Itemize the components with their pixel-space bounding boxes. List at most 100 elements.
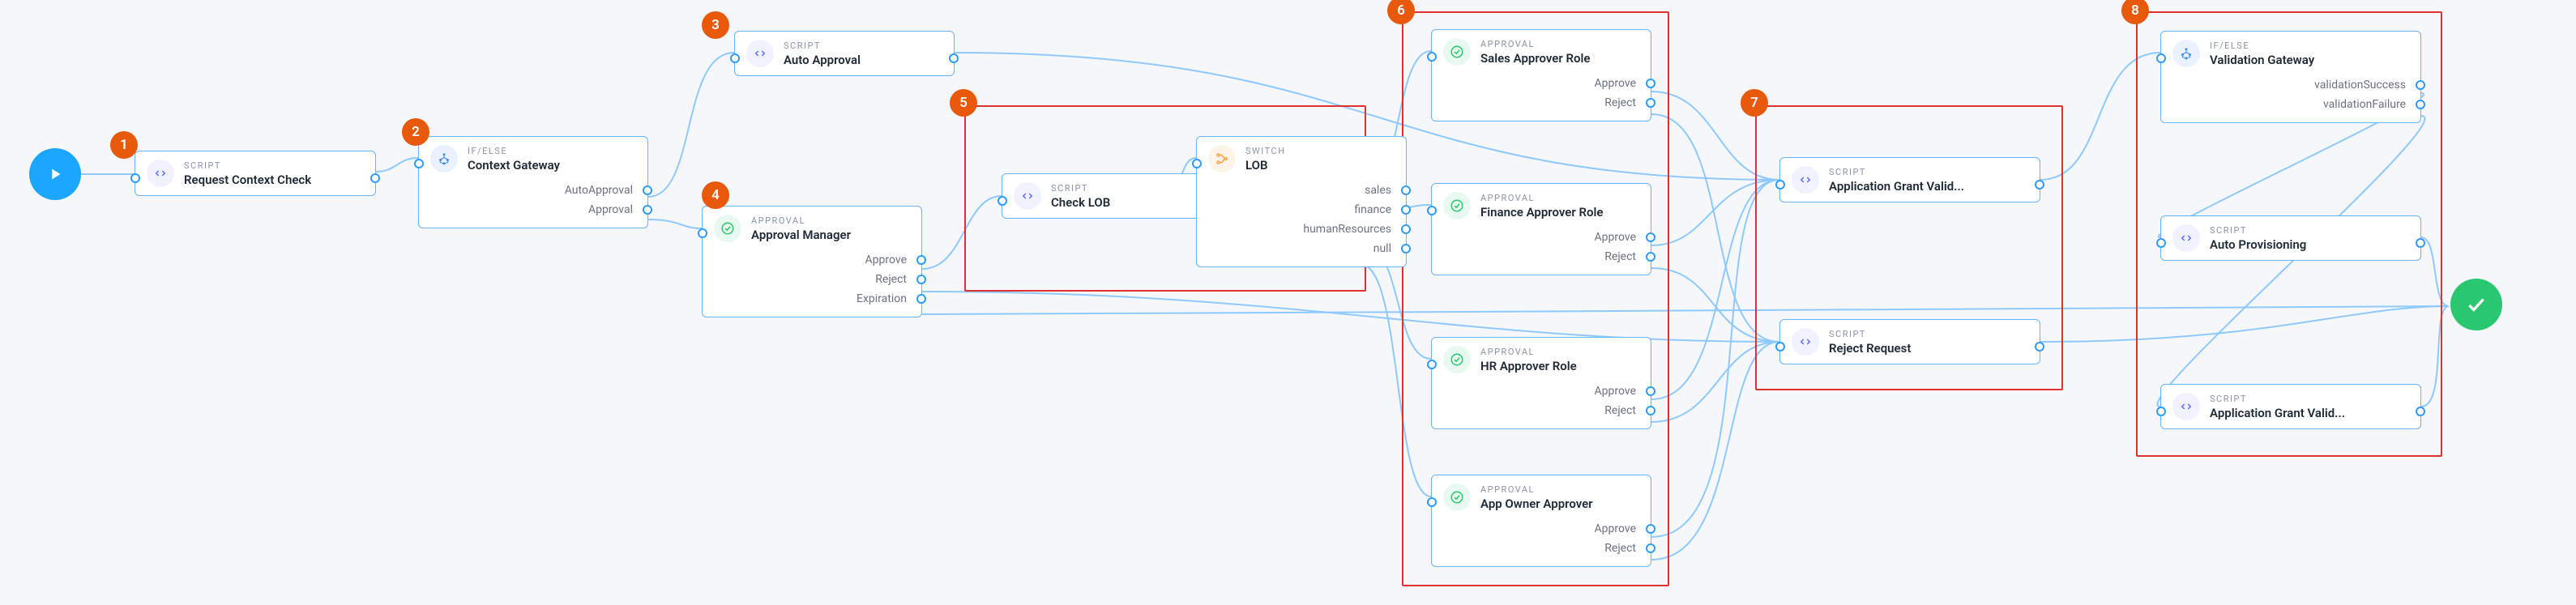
node-title: Finance Approver Role (1480, 205, 1603, 219)
port-in[interactable] (730, 53, 740, 63)
node-app-grant-valid-1[interactable]: SCRIPT Application Grant Valid... (1779, 157, 2040, 202)
node-title: LOB (1245, 158, 1286, 173)
node-app-owner-approver[interactable]: APPROVAL App Owner Approver Approve Reje… (1431, 475, 1651, 567)
node-type-label: APPROVAL (1480, 484, 1593, 495)
node-title: HR Approver Role (1480, 359, 1577, 373)
node-title: Sales Approver Role (1480, 51, 1591, 66)
output-validation-failure: validationFailure (2312, 95, 2420, 114)
script-icon (1792, 328, 1819, 356)
output-humanresources: humanResources (1292, 219, 1406, 239)
port-in[interactable] (2156, 238, 2166, 248)
approval-icon (714, 215, 741, 242)
node-auto-approval[interactable]: SCRIPT Auto Approval (734, 31, 955, 76)
node-type-label: SCRIPT (2210, 394, 2345, 404)
node-type-label: SCRIPT (1051, 183, 1110, 194)
badge-1: 1 (110, 131, 138, 159)
port-out[interactable] (643, 185, 652, 195)
port-in[interactable] (1775, 342, 1785, 351)
node-context-gateway[interactable]: IF/ELSE Context Gateway AutoApproval App… (418, 136, 648, 228)
node-type-label: SCRIPT (184, 160, 311, 171)
ifelse-icon (2172, 40, 2200, 67)
port-out[interactable] (2416, 238, 2425, 248)
port-in[interactable] (1427, 360, 1437, 369)
port-out[interactable] (1401, 205, 1411, 215)
end-node[interactable] (2450, 279, 2502, 330)
port-out[interactable] (949, 53, 959, 63)
output-approval: Approval (577, 200, 647, 219)
node-type-label: APPROVAL (1480, 193, 1603, 203)
output-expiration: Expiration (845, 289, 921, 309)
script-icon (147, 160, 174, 187)
approval-icon (1443, 346, 1471, 373)
port-in[interactable] (2156, 53, 2166, 63)
port-out[interactable] (2035, 180, 2044, 190)
script-icon (2172, 224, 2200, 252)
port-out[interactable] (370, 173, 380, 183)
badge-6: 6 (1387, 0, 1415, 24)
node-type-label: SCRIPT (1829, 167, 1964, 177)
node-title: Approval Manager (751, 228, 851, 242)
port-in[interactable] (414, 159, 424, 168)
output-finance: finance (1343, 200, 1406, 219)
port-out[interactable] (1401, 244, 1411, 254)
node-auto-provisioning[interactable]: SCRIPT Auto Provisioning (2160, 215, 2421, 261)
port-in[interactable] (1192, 159, 1202, 168)
output-reject: Reject (1593, 247, 1651, 266)
port-in[interactable] (1775, 180, 1785, 190)
port-out[interactable] (1401, 224, 1411, 234)
switch-icon (1208, 145, 1236, 173)
port-out[interactable] (916, 294, 926, 304)
port-out[interactable] (1646, 406, 1655, 415)
port-out[interactable] (2416, 407, 2425, 416)
node-title: Auto Approval (784, 53, 861, 67)
approval-icon (1443, 484, 1471, 511)
port-in[interactable] (698, 228, 707, 238)
node-type-label: SCRIPT (2210, 225, 2306, 236)
port-out[interactable] (1646, 252, 1655, 262)
port-in[interactable] (1427, 497, 1437, 507)
node-finance-approver[interactable]: APPROVAL Finance Approver Role Approve R… (1431, 183, 1651, 275)
port-in[interactable] (2156, 407, 2166, 416)
node-check-lob[interactable]: SCRIPT Check LOB (1002, 173, 1212, 219)
port-out[interactable] (1401, 185, 1411, 195)
output-approve: Approve (1583, 519, 1651, 539)
node-lob-switch[interactable]: SWITCH LOB sales finance humanResources … (1196, 136, 1407, 267)
port-in[interactable] (1427, 206, 1437, 215)
port-out[interactable] (916, 255, 926, 265)
script-icon (2172, 393, 2200, 420)
node-reject-request[interactable]: SCRIPT Reject Request (1779, 319, 2040, 364)
port-out[interactable] (916, 275, 926, 284)
badge-8: 8 (2121, 0, 2149, 24)
port-out[interactable] (2416, 100, 2425, 109)
port-out[interactable] (2035, 342, 2044, 351)
output-approve: Approve (1583, 74, 1651, 93)
port-out[interactable] (643, 205, 652, 215)
port-out[interactable] (2416, 80, 2425, 90)
port-out[interactable] (1646, 543, 1655, 553)
output-approve: Approve (1583, 228, 1651, 247)
node-validation-gateway[interactable]: IF/ELSE Validation Gateway validationSuc… (2160, 31, 2421, 123)
node-approval-manager[interactable]: APPROVAL Approval Manager Approve Reject… (702, 206, 922, 317)
node-title: Context Gateway (468, 158, 560, 173)
node-app-grant-valid-2[interactable]: SCRIPT Application Grant Valid... (2160, 384, 2421, 429)
node-type-label: IF/ELSE (2210, 40, 2314, 51)
node-sales-approver[interactable]: APPROVAL Sales Approver Role Approve Rej… (1431, 29, 1651, 121)
start-node[interactable] (29, 148, 81, 200)
output-approve: Approve (1583, 381, 1651, 401)
port-out[interactable] (1646, 79, 1655, 88)
port-out[interactable] (1646, 524, 1655, 534)
node-request-context-check[interactable]: SCRIPT Request Context Check (135, 151, 376, 196)
node-type-label: IF/ELSE (468, 146, 560, 156)
node-type-label: SWITCH (1245, 146, 1286, 156)
port-out[interactable] (1646, 386, 1655, 396)
output-validation-success: validationSuccess (2303, 75, 2420, 95)
port-out[interactable] (1646, 98, 1655, 108)
node-hr-approver[interactable]: APPROVAL HR Approver Role Approve Reject (1431, 337, 1651, 429)
port-in[interactable] (130, 173, 140, 183)
output-autoapproval: AutoApproval (553, 181, 647, 200)
port-in[interactable] (1427, 52, 1437, 62)
port-in[interactable] (998, 196, 1007, 206)
port-out[interactable] (1646, 232, 1655, 242)
node-type-label: SCRIPT (784, 40, 861, 51)
node-title: Request Context Check (184, 173, 311, 187)
